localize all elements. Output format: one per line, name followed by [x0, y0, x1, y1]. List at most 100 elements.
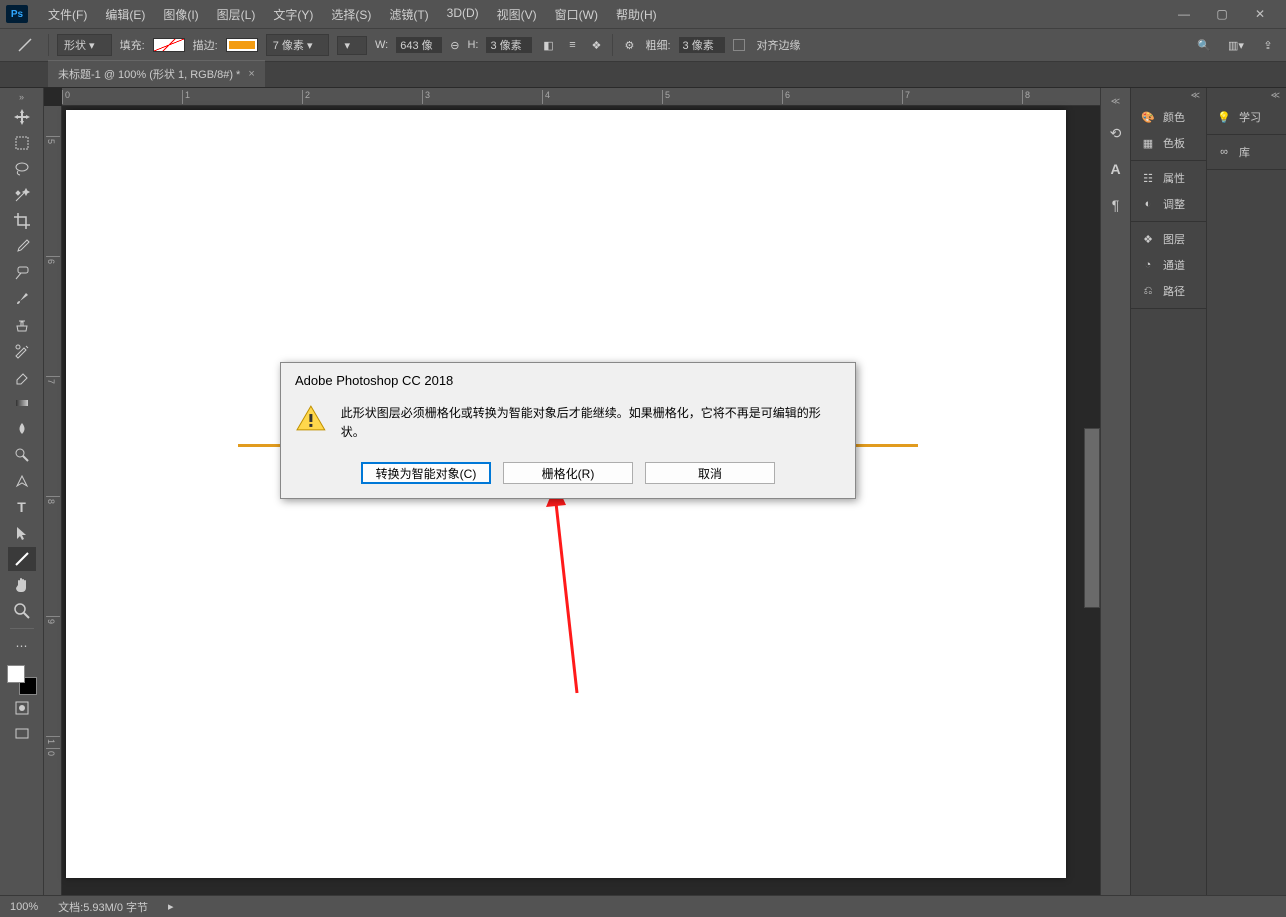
- vertical-ruler[interactable]: 5 6 7 8 9 1 0: [44, 106, 62, 895]
- brush-tool[interactable]: [8, 287, 36, 311]
- tab-title: 未标题-1 @ 100% (形状 1, RGB/8#) *: [58, 66, 240, 82]
- screen-mode-tool[interactable]: [8, 722, 36, 746]
- menu-window[interactable]: 窗口(W): [547, 2, 606, 27]
- status-more-icon[interactable]: ▸: [168, 900, 174, 913]
- status-bar: 100% 文档:5.93M/0 字节 ▸: [0, 895, 1286, 917]
- dodge-tool[interactable]: [8, 443, 36, 467]
- clone-stamp-tool[interactable]: [8, 313, 36, 337]
- link-icon[interactable]: ⊖: [450, 39, 459, 52]
- foreground-color[interactable]: [7, 665, 25, 683]
- fill-swatch[interactable]: [153, 38, 185, 52]
- paths-panel-tab[interactable]: ⎌路径: [1131, 278, 1206, 304]
- color-panel-tab[interactable]: 🎨颜色: [1131, 104, 1206, 130]
- menu-filter[interactable]: 滤镜(T): [381, 2, 436, 27]
- path-arrange-icon[interactable]: ❖: [588, 37, 604, 53]
- move-tool[interactable]: [8, 105, 36, 129]
- menu-view[interactable]: 视图(V): [489, 2, 545, 27]
- learn-panel-tab[interactable]: 💡学习: [1207, 104, 1286, 130]
- search-icon[interactable]: 🔍: [1196, 37, 1212, 53]
- menu-edit[interactable]: 编辑(E): [97, 2, 153, 27]
- menu-type[interactable]: 文字(Y): [265, 2, 321, 27]
- collapse-icon[interactable]: ≪: [1131, 88, 1206, 100]
- history-panel-icon[interactable]: ⟲: [1105, 122, 1127, 144]
- line-tool[interactable]: [8, 547, 36, 571]
- close-button[interactable]: ✕: [1248, 6, 1272, 22]
- separator: [612, 34, 613, 56]
- eraser-tool[interactable]: [8, 365, 36, 389]
- menu-layer[interactable]: 图层(L): [209, 2, 264, 27]
- eyedropper-tool[interactable]: [8, 235, 36, 259]
- convert-to-smart-object-button[interactable]: 转换为智能对象(C): [361, 462, 491, 484]
- canvas-area: 0 1 2 3 4 5 6 7 8 5 6 7 8 9 1 0 Adobe Ph…: [44, 88, 1100, 895]
- menu-file[interactable]: 文件(F): [40, 2, 95, 27]
- document-tab-bar: 未标题-1 @ 100% (形状 1, RGB/8#) * ×: [0, 62, 1286, 88]
- channels-panel-tab[interactable]: ◔通道: [1131, 252, 1206, 278]
- menu-image[interactable]: 图像(I): [155, 2, 206, 27]
- tool-preset-picker[interactable]: [10, 33, 40, 57]
- healing-brush-tool[interactable]: [8, 261, 36, 285]
- zoom-tool[interactable]: [8, 599, 36, 623]
- align-edges-checkbox[interactable]: [733, 39, 745, 51]
- character-panel-icon[interactable]: A: [1105, 158, 1127, 180]
- width-input[interactable]: [396, 37, 442, 53]
- palette-icon: 🎨: [1139, 109, 1157, 125]
- maximize-button[interactable]: ▢: [1210, 6, 1234, 22]
- lasso-tool[interactable]: [8, 157, 36, 181]
- edit-toolbar-icon[interactable]: ⋯: [8, 634, 36, 658]
- options-bar: 形状 ▾ 填充: 描边: 7 像素 ▾ ▾ W: ⊖ H: ◧ ≡ ❖ ⚙ 粗细…: [0, 28, 1286, 62]
- marquee-tool[interactable]: [8, 131, 36, 155]
- magic-wand-tool[interactable]: [8, 183, 36, 207]
- document-tab[interactable]: 未标题-1 @ 100% (形状 1, RGB/8#) * ×: [48, 60, 265, 87]
- gradient-tool[interactable]: [8, 391, 36, 415]
- layers-panel-tab[interactable]: ❖图层: [1131, 226, 1206, 252]
- gear-icon[interactable]: ⚙: [621, 37, 637, 53]
- hand-tool[interactable]: [8, 573, 36, 597]
- paragraph-panel-icon[interactable]: ¶: [1105, 194, 1127, 216]
- color-swatches[interactable]: [7, 665, 37, 695]
- share-icon[interactable]: ⇪: [1260, 37, 1276, 53]
- path-align-icon[interactable]: ≡: [564, 37, 580, 53]
- lightbulb-icon: 💡: [1215, 109, 1233, 125]
- pen-tool[interactable]: [8, 469, 36, 493]
- menu-3d[interactable]: 3D(D): [439, 2, 487, 27]
- quick-mask-tool[interactable]: [8, 696, 36, 720]
- rasterize-button[interactable]: 栅格化(R): [503, 462, 633, 484]
- stroke-swatch[interactable]: [226, 38, 258, 52]
- arrange-docs-icon[interactable]: ▥▾: [1228, 37, 1244, 53]
- swatches-panel-tab[interactable]: ▦色板: [1131, 130, 1206, 156]
- properties-panel-tab[interactable]: ☷属性: [1131, 165, 1206, 191]
- menu-select[interactable]: 选择(S): [323, 2, 379, 27]
- grid-icon: ▦: [1139, 135, 1157, 151]
- zoom-level[interactable]: 100%: [10, 901, 38, 913]
- thickness-input[interactable]: [679, 37, 725, 53]
- width-label: W:: [375, 39, 388, 51]
- crop-tool[interactable]: [8, 209, 36, 233]
- menu-help[interactable]: 帮助(H): [608, 2, 665, 27]
- history-brush-tool[interactable]: [8, 339, 36, 363]
- stroke-width-select[interactable]: 7 像素 ▾: [266, 34, 330, 56]
- toolbox-collapse-icon[interactable]: »: [0, 92, 43, 104]
- panel-dock: ≪ 🎨颜色 ▦色板 ☷属性 ◐调整 ❖图层 ◔通道 ⎌路径: [1130, 88, 1206, 895]
- type-tool[interactable]: T: [8, 495, 36, 519]
- annotation-arrow: [542, 483, 602, 703]
- minimize-button[interactable]: —: [1172, 6, 1196, 22]
- path-ops-icon[interactable]: ◧: [540, 37, 556, 53]
- libraries-panel-tab[interactable]: ∞库: [1207, 139, 1286, 165]
- blur-tool[interactable]: [8, 417, 36, 441]
- tool-mode-select[interactable]: 形状 ▾: [57, 34, 112, 56]
- layers-icon: ❖: [1139, 231, 1157, 247]
- doc-size[interactable]: 文档:5.93M/0 字节: [58, 899, 148, 915]
- adjustments-panel-tab[interactable]: ◐调整: [1131, 191, 1206, 217]
- cancel-button[interactable]: 取消: [645, 462, 775, 484]
- vertical-scrollbar[interactable]: [1084, 428, 1100, 608]
- collapse-icon[interactable]: ≪: [1101, 96, 1130, 108]
- height-input[interactable]: [486, 37, 532, 53]
- channels-icon: ◔: [1139, 257, 1157, 273]
- collapse-icon[interactable]: ≪: [1207, 88, 1286, 100]
- path-selection-tool[interactable]: [8, 521, 36, 545]
- tab-close-icon[interactable]: ×: [248, 68, 254, 80]
- stroke-style-select[interactable]: ▾: [337, 36, 367, 55]
- horizontal-ruler[interactable]: 0 1 2 3 4 5 6 7 8: [62, 88, 1100, 106]
- main-area: » T ⋯ 0 1 2 3: [0, 88, 1286, 895]
- dialog-title: Adobe Photoshop CC 2018: [281, 363, 855, 394]
